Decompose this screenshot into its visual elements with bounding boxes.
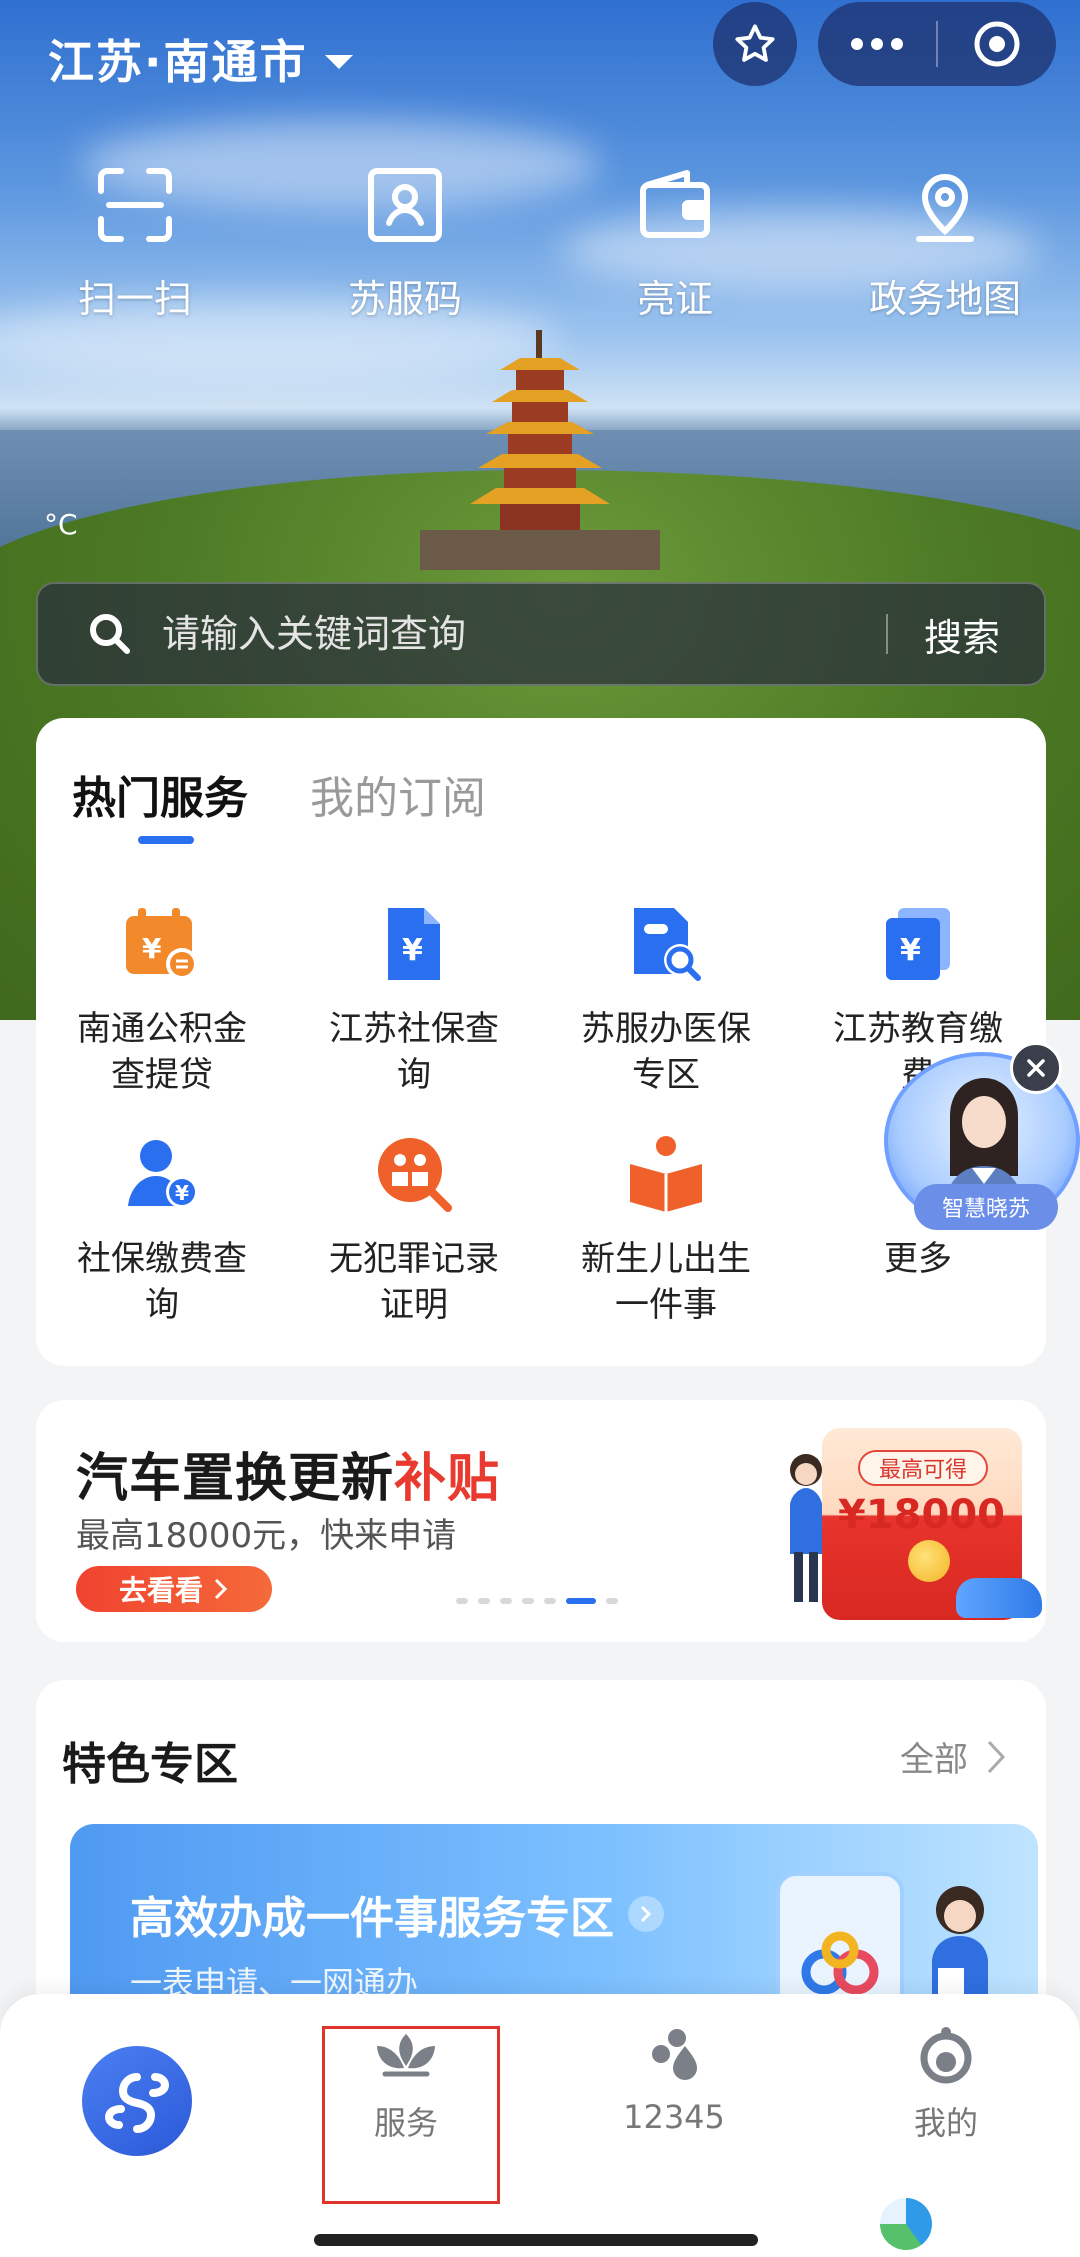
home-indicator [314,2234,758,2246]
services-card: 热门服务 我的订阅 ¥ 南通公积金 查提贷 ¥ 江苏社保查 询 苏服办医保 专区… [36,718,1046,1366]
caret-down-icon [325,55,354,69]
quick-action-gov-map[interactable]: 政务地图 [810,160,1080,323]
promo-banner[interactable]: 汽车置换更新补贴 最高18000元，快来申请 去看看 最高可得 ¥18000 [36,1400,1046,1642]
stack-yuan-icon: ¥ [872,898,964,990]
tab-my-subscriptions[interactable]: 我的订阅 [310,762,486,826]
close-assistant-button[interactable] [1010,1042,1062,1094]
calendar-yuan-icon: ¥ [116,898,208,990]
user-icon [920,2027,972,2084]
service-item-medical-insurance[interactable]: 苏服办医保 专区 [540,898,792,1098]
svg-text:¥: ¥ [175,1181,189,1205]
star-icon [735,24,775,62]
service-label: 社保缴费查 询 [77,1239,247,1325]
quick-action-show-license[interactable]: 亮证 [540,160,810,323]
panel-title: 高效办成一件事服务专区 [130,1882,664,1946]
drops-icon [652,2029,697,2080]
coin-illustration [908,1540,950,1582]
service-label: 苏服办医保 专区 [581,1009,751,1095]
more-options-button[interactable] [818,2,936,86]
city-name: 江苏·南通市 [48,35,308,89]
quick-action-label: 亮证 [636,277,713,321]
quick-action-label: 扫一扫 [77,277,192,321]
baby-book-icon [620,1128,712,1220]
service-item-jiangsu-social-security[interactable]: ¥ 江苏社保查 询 [288,898,540,1098]
arrow-right-icon [628,1896,664,1932]
search-bar: 搜索 [36,582,1046,686]
service-item-social-security-payment[interactable]: ¥ 社保缴费查 询 [36,1128,288,1328]
app-logo-icon [104,2073,170,2133]
banner-subtitle: 最高18000元，快来申请 [76,1516,457,1556]
people-search-icon [368,1128,460,1220]
watermark-logo-icon [880,2198,932,2250]
tab-12345[interactable]: 12345 [584,2024,764,2194]
quick-actions: 扫一扫 苏服码 亮证 政务地图 [0,160,1080,323]
target-icon [974,21,1020,67]
smart-assistant-float[interactable]: 智慧晓苏 [884,1042,1080,1232]
banner-title: 汽车置换更新补贴 [76,1449,501,1509]
favorite-button[interactable] [713,2,797,86]
service-label: 无犯罪记录 证明 [329,1239,499,1325]
service-label: 南通公积金 查提贷 [77,1009,247,1095]
tab-highlight-box [322,2026,500,2204]
service-item-nantong-fund[interactable]: ¥ 南通公积金 查提贷 [36,898,288,1098]
svg-text:¥: ¥ [402,933,423,968]
view-all-link[interactable]: 全部 [900,1732,1006,1781]
top-bar: 江苏·南通市 [0,0,1080,120]
close-miniapp-button[interactable] [938,2,1056,86]
section-title: 特色专区 [62,1739,238,1790]
car-illustration [956,1578,1042,1618]
quick-action-sufu-code[interactable]: 苏服码 [270,160,540,323]
service-label: 更多 [884,1239,952,1279]
pagoda-illustration [420,330,660,570]
miniapp-capsule [818,2,1056,86]
document-search-icon [620,898,712,990]
id-card-icon [360,160,450,250]
service-tabs: 热门服务 我的订阅 [72,762,486,826]
assistant-label: 智慧晓苏 [914,1184,1058,1230]
wallet-icon [630,160,720,250]
carousel-dots [456,1598,618,1604]
scan-icon [90,160,180,250]
city-selector[interactable]: 江苏·南通市 [48,26,354,92]
search-input[interactable] [162,612,886,656]
tab-indicator [138,836,194,844]
close-icon [1027,1059,1045,1077]
subsidy-amount: ¥18000 [838,1492,1005,1538]
temperature: °C [44,508,78,541]
tab-mine[interactable]: 我的 [856,2024,1036,2194]
ellipsis-icon [851,38,903,50]
chevron-right-icon [214,1578,228,1600]
quick-action-scan[interactable]: 扫一扫 [0,160,270,323]
user-yuan-icon: ¥ [116,1128,208,1220]
map-pin-icon [900,160,990,250]
tab-label: 我的 [913,2104,978,2142]
quick-action-label: 苏服码 [347,277,462,321]
service-label: 新生儿出生 一件事 [581,1239,751,1325]
chevron-right-icon [987,1740,1006,1773]
svg-text:¥: ¥ [900,933,921,968]
tab-home[interactable] [82,2046,192,2156]
max-badge: 最高可得 [858,1450,988,1486]
search-icon [80,604,140,664]
tab-label: 12345 [623,2098,725,2136]
service-label: 江苏社保查 询 [329,1009,499,1095]
banner-go-button[interactable]: 去看看 [76,1566,272,1612]
quick-action-label: 政务地图 [868,277,1021,321]
service-item-newborn[interactable]: 新生儿出生 一件事 [540,1128,792,1328]
svg-text:¥: ¥ [142,932,162,965]
tab-hot-services[interactable]: 热门服务 [72,762,248,826]
search-button[interactable]: 搜索 [888,607,1044,662]
service-item-no-criminal-record[interactable]: 无犯罪记录 证明 [288,1128,540,1328]
document-yuan-icon: ¥ [368,898,460,990]
